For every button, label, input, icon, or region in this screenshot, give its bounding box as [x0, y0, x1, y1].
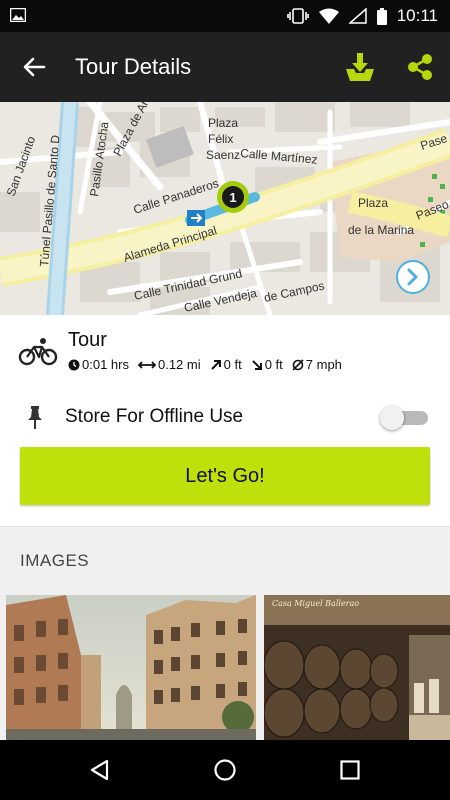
- pin-icon: [28, 406, 42, 429]
- app-bar: Tour Details: [0, 32, 450, 102]
- offline-label: Store For Offline Use: [65, 406, 244, 427]
- duration-stat: 0:01 hrs: [68, 357, 129, 372]
- ascent-stat: 0 ft: [210, 357, 242, 372]
- back-triangle-icon[interactable]: [88, 758, 112, 782]
- speed-value: 7 mph: [305, 357, 342, 372]
- descent-value: 0 ft: [264, 357, 283, 372]
- average-speed-icon: [292, 358, 304, 371]
- distance-stat: 0.12 mi: [137, 357, 201, 372]
- map-label: Plaza: [208, 116, 238, 130]
- offline-toggle[interactable]: [380, 406, 428, 430]
- images-heading: IMAGES: [20, 551, 90, 570]
- descent-arrow-icon: [251, 359, 262, 370]
- image-thumbnail[interactable]: [6, 595, 256, 741]
- back-arrow-icon[interactable]: [20, 53, 48, 81]
- map-label: Plaza: [358, 196, 388, 210]
- images-section: IMAGES Casa Miguel Ballerao: [0, 526, 450, 741]
- lets-go-button[interactable]: Let's Go!: [20, 447, 430, 505]
- download-icon[interactable]: [344, 51, 376, 83]
- descent-stat: 0 ft: [251, 357, 283, 372]
- toggle-knob: [380, 406, 404, 430]
- status-time: 10:11: [396, 6, 438, 25]
- map-label: Félix: [208, 132, 233, 146]
- share-icon[interactable]: [405, 52, 435, 82]
- speed-stat: 7 mph: [292, 357, 342, 372]
- tour-info: Tour 0:01 hrs 0.12 mi 0 ft 0 ft 7 mph: [0, 325, 450, 385]
- route-marker-number[interactable]: 1: [229, 190, 236, 205]
- recents-square-icon[interactable]: [338, 758, 362, 782]
- distance-value: 0.12 mi: [157, 357, 201, 372]
- distance-arrows-icon: [137, 360, 156, 369]
- duration-value: 0:01 hrs: [82, 357, 129, 372]
- ascent-arrow-icon: [210, 359, 221, 370]
- page-title: Tour Details: [75, 54, 192, 79]
- vibrate-icon: [286, 8, 309, 24]
- no-signal-icon: [348, 8, 367, 24]
- image-thumbnail[interactable]: Casa Miguel Ballerao: [264, 595, 450, 741]
- system-nav-bar: [0, 740, 450, 800]
- tour-stats: 0:01 hrs 0.12 mi 0 ft 0 ft 7 mph: [68, 357, 342, 372]
- map-next-button[interactable]: [396, 260, 430, 294]
- map-label: Saenz: [206, 148, 240, 162]
- offline-row: Store For Offline Use: [0, 392, 450, 440]
- thumbnail-caption: Casa Miguel Ballerao: [272, 599, 359, 608]
- ascent-value: 0 ft: [223, 357, 242, 372]
- tour-name: Tour: [68, 329, 107, 351]
- wifi-icon: [318, 8, 339, 24]
- battery-icon: [376, 7, 387, 25]
- route-map[interactable]: 1 Plaza Félix Saenz Calle Martínez Calle…: [0, 102, 450, 315]
- bicycle-icon: [18, 338, 58, 366]
- map-label: de la Marina: [348, 223, 414, 237]
- clock-icon: [68, 359, 80, 370]
- image-icon: [10, 8, 26, 22]
- status-bar: 10:11: [0, 0, 450, 32]
- home-circle-icon[interactable]: [213, 758, 237, 782]
